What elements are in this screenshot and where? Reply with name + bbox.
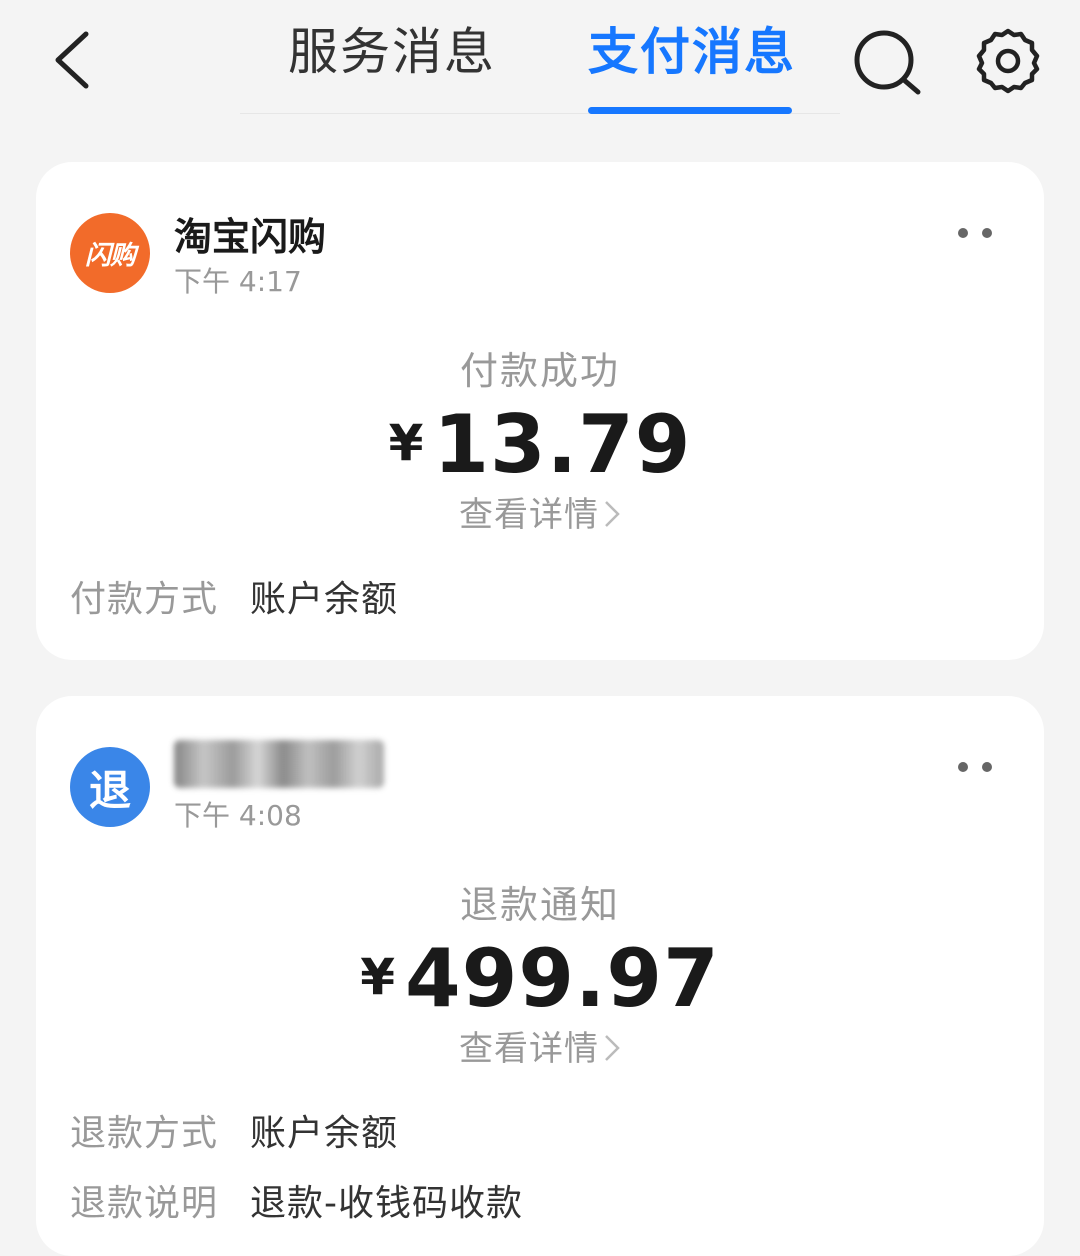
view-details-label: 查看详情 <box>459 495 599 535</box>
detail-row-refund-method: 退款方式 账户余额 <box>70 1104 398 1156</box>
amount-display: ¥499.97 <box>36 932 1044 1025</box>
more-dot-icon <box>982 762 992 772</box>
payment-message-card[interactable]: 闪购 淘宝闪购 下午 4:17 付款成功 ¥13.79 查看详情 付款方式 账户余… <box>36 162 1044 660</box>
search-button[interactable] <box>852 26 924 98</box>
more-dot-icon <box>958 762 968 772</box>
tab-payment-messages[interactable]: 支付消息 <box>588 22 796 82</box>
gear-icon <box>976 28 1040 94</box>
view-details-label: 查看详情 <box>459 1029 599 1069</box>
refund-avatar: 退 <box>70 747 150 827</box>
detail-value: 账户余额 <box>250 579 399 620</box>
detail-row-refund-note: 退款说明 退款-收钱码收款 <box>70 1174 523 1226</box>
refund-message-card[interactable]: 退 下午 4:08 退款通知 ¥499.97 查看详情 退款方式 账户余额 退款说… <box>36 696 1044 1256</box>
detail-value: 账户余额 <box>250 1113 399 1154</box>
more-options-button[interactable] <box>958 758 992 776</box>
message-time: 下午 4:08 <box>174 799 302 832</box>
merchant-avatar: 闪购 <box>70 213 150 293</box>
view-details-link[interactable]: 查看详情 <box>36 487 1044 536</box>
currency-symbol: ¥ <box>388 414 424 472</box>
chevron-left-icon <box>55 31 89 89</box>
tab-service-messages[interactable]: 服务消息 <box>288 22 496 82</box>
message-time: 下午 4:17 <box>174 265 302 298</box>
more-dot-icon <box>982 228 992 238</box>
detail-row-payment-method: 付款方式 账户余额 <box>70 570 398 622</box>
amount-value: 13.79 <box>433 398 692 491</box>
chevron-right-icon <box>603 495 621 535</box>
detail-label: 付款方式 <box>70 579 219 620</box>
blurred-sender-name <box>174 740 384 788</box>
search-icon <box>854 30 921 95</box>
view-details-link[interactable]: 查看详情 <box>36 1021 1044 1070</box>
detail-label: 退款方式 <box>70 1113 219 1154</box>
top-nav-bar: 服务消息 支付消息 <box>0 0 1080 130</box>
more-options-button[interactable] <box>958 224 992 242</box>
back-button[interactable] <box>48 28 98 92</box>
chevron-right-icon <box>603 1029 621 1069</box>
status-title: 付款成功 <box>459 349 620 393</box>
status-title: 退款通知 <box>459 883 620 927</box>
amount-display: ¥13.79 <box>36 398 1044 491</box>
detail-label: 退款说明 <box>70 1183 219 1224</box>
currency-symbol: ¥ <box>360 948 396 1006</box>
active-tab-indicator <box>588 107 792 114</box>
amount-value: 499.97 <box>405 932 720 1025</box>
sender-name: 淘宝闪购 <box>174 215 327 259</box>
more-dot-icon <box>958 228 968 238</box>
detail-value: 退款-收钱码收款 <box>250 1183 523 1224</box>
settings-button[interactable] <box>974 26 1042 94</box>
